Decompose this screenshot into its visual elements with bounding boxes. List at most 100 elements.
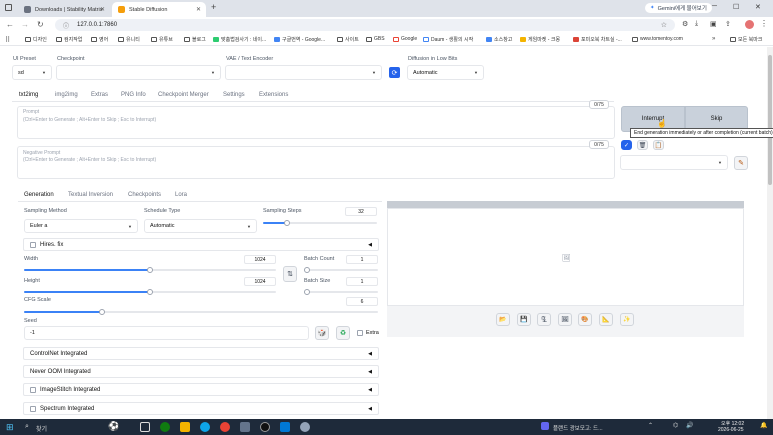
app-icon[interactable] xyxy=(240,422,250,432)
bookmark-item[interactable]: 블로그 xyxy=(184,36,206,43)
send-to-img2img-button[interactable]: 🖼 xyxy=(558,313,572,326)
close-tab-icon[interactable]: ✕ xyxy=(196,6,201,13)
slider-handle[interactable] xyxy=(304,289,310,295)
obs-icon[interactable] xyxy=(260,422,270,432)
save-button[interactable]: 💾 xyxy=(517,313,531,326)
scrollbar-thumb[interactable] xyxy=(768,55,772,185)
bookmark-item[interactable]: 영어 xyxy=(91,36,108,43)
batch-size-input[interactable]: 1 xyxy=(346,277,378,286)
bookmark-item[interactable]: 구글번역 - Google... xyxy=(274,36,325,43)
maximize-icon[interactable]: ☐ xyxy=(733,3,739,11)
send-to-inpaint-button[interactable]: 🎨 xyxy=(578,313,592,326)
bookmark-item[interactable]: 사이트 xyxy=(337,36,359,43)
tab-checkpoint-merger[interactable]: Checkpoint Merger xyxy=(158,92,209,98)
xbox-icon[interactable] xyxy=(160,422,170,432)
zip-button[interactable]: 🗜 xyxy=(537,313,551,326)
page-scrollbar[interactable] xyxy=(767,47,773,419)
accordion-never-oom[interactable]: Never OOM Integrated ◀ xyxy=(23,365,379,378)
all-bookmarks-folder[interactable]: 모든 북마크 xyxy=(730,36,762,43)
back-icon[interactable]: ← xyxy=(6,20,14,29)
more-bookmarks-icon[interactable]: » xyxy=(712,36,715,42)
send-to-extras-button[interactable]: 📐 xyxy=(599,313,613,326)
imagestitch-checkbox[interactable] xyxy=(30,386,36,393)
tab-downloads[interactable]: Downloads | Stability Matrix ✕ xyxy=(18,2,110,17)
accordion-spectrum[interactable]: Spectrum Integrated ◀ xyxy=(23,402,379,415)
extra-seed-checkbox[interactable] xyxy=(357,330,363,336)
tab-txt2img[interactable]: txt2img xyxy=(19,92,38,98)
notifications-bell-icon[interactable]: 🔔 xyxy=(760,422,767,429)
clear-prompt-button[interactable]: 🗑 xyxy=(637,140,648,150)
edge-icon[interactable] xyxy=(200,422,210,432)
bookmark-item[interactable]: 맞춤법검사기 : 네이... xyxy=(213,36,266,43)
slider-handle[interactable] xyxy=(147,289,153,295)
reload-icon[interactable]: ↻ xyxy=(37,20,44,29)
site-info-icon[interactable]: ⓘ xyxy=(63,21,69,30)
tab-list-icon[interactable] xyxy=(5,4,12,11)
file-explorer-icon[interactable] xyxy=(180,422,190,432)
close-window-icon[interactable]: ✕ xyxy=(755,3,761,11)
vae-select[interactable]: ▼ xyxy=(225,65,382,80)
diffusion-low-bits-select[interactable]: Automatic ▼ xyxy=(407,65,484,80)
downloads-icon[interactable]: ⤓ xyxy=(695,20,698,28)
slider-handle[interactable] xyxy=(98,309,105,315)
batch-count-slider[interactable] xyxy=(304,267,378,273)
apps-icon[interactable]: ⠿ xyxy=(5,36,10,44)
hires-fix-toggle[interactable]: Hires. fix ◀ xyxy=(23,238,379,251)
share-icon[interactable]: ⇪ xyxy=(725,20,731,28)
cfg-scale-slider[interactable] xyxy=(24,309,378,315)
tab-textual-inversion[interactable]: Textual Inversion xyxy=(68,192,113,198)
accordion-imagestitch[interactable]: ImageStitch Integrated ◀ xyxy=(23,383,379,396)
checkpoint-select[interactable]: ▼ xyxy=(56,65,221,80)
cfg-scale-input[interactable]: 6 xyxy=(346,297,378,306)
edit-styles-button[interactable]: ✎ xyxy=(734,156,748,170)
upscale-button[interactable]: ✨ xyxy=(620,313,634,326)
url-input[interactable]: ⓘ 127.0.0.1:7860 ☆ xyxy=(55,19,675,31)
bookmark-item[interactable]: 소스창고 xyxy=(486,36,512,43)
new-tab-button[interactable]: + xyxy=(211,2,216,12)
tab-extras[interactable]: Extras xyxy=(91,92,108,98)
network-icon[interactable]: ⌬ xyxy=(673,422,678,429)
bookmark-item[interactable]: 디자인 xyxy=(25,36,47,43)
sampling-steps-slider[interactable] xyxy=(263,220,377,226)
width-slider[interactable] xyxy=(24,267,276,273)
paste-button[interactable]: 📋 xyxy=(653,140,664,150)
sampling-steps-input[interactable]: 32 xyxy=(345,207,377,216)
height-slider[interactable] xyxy=(24,289,276,295)
tab-settings[interactable]: Settings xyxy=(223,92,245,98)
volume-icon[interactable]: 🔊 xyxy=(686,422,693,429)
forward-icon[interactable]: → xyxy=(21,20,29,29)
accordion-controlnet[interactable]: ControlNet Integrated ◀ xyxy=(23,347,379,360)
bookmark-item[interactable]: 포미오북 차트실 -... xyxy=(573,36,622,43)
slider-handle[interactable] xyxy=(147,267,153,273)
bookmark-item[interactable]: Google xyxy=(393,36,417,42)
menu-icon[interactable]: ⋮ xyxy=(760,19,768,28)
seed-input[interactable]: -1 xyxy=(24,326,309,340)
reuse-seed-button[interactable]: ♻ xyxy=(336,326,350,340)
spectrum-checkbox[interactable] xyxy=(30,405,36,412)
minimize-icon[interactable]: ─ xyxy=(712,3,717,10)
width-input[interactable]: 1024 xyxy=(244,255,276,264)
windows-start-icon[interactable]: ⊞ xyxy=(6,422,14,433)
bookmark-star-icon[interactable]: ☆ xyxy=(661,21,667,29)
tab-png-info[interactable]: PNG Info xyxy=(121,92,146,98)
batch-size-slider[interactable] xyxy=(304,289,378,295)
refresh-models-button[interactable]: ⟳ xyxy=(389,67,400,78)
task-view-icon[interactable] xyxy=(140,422,150,432)
taskbar-search-label[interactable]: 찾기 xyxy=(36,424,47,433)
tab-lora[interactable]: Lora xyxy=(175,192,187,198)
tab-extensions[interactable]: Extensions xyxy=(259,92,288,98)
gemini-button[interactable]: ✦ Gemini에게 물어보기 xyxy=(645,3,712,13)
batch-count-input[interactable]: 1 xyxy=(346,255,378,264)
chrome-icon[interactable] xyxy=(220,422,230,432)
swap-dimensions-button[interactable]: ⇅ xyxy=(283,266,297,282)
tab-img2img[interactable]: img2img xyxy=(55,92,78,98)
hires-fix-checkbox[interactable] xyxy=(30,241,36,248)
ui-preset-select[interactable]: sd ▼ xyxy=(12,65,52,80)
bookmark-item[interactable]: Daum - 생활의 시작 xyxy=(423,36,473,43)
app-icon[interactable] xyxy=(280,422,290,432)
tab-checkpoints[interactable]: Checkpoints xyxy=(128,192,161,198)
tray-chevron-icon[interactable]: ⌃ xyxy=(648,422,653,429)
bookmark-item[interactable]: GBS xyxy=(366,36,385,42)
random-seed-button[interactable]: 🎲 xyxy=(315,326,329,340)
tab-generation[interactable]: Generation xyxy=(24,192,54,198)
